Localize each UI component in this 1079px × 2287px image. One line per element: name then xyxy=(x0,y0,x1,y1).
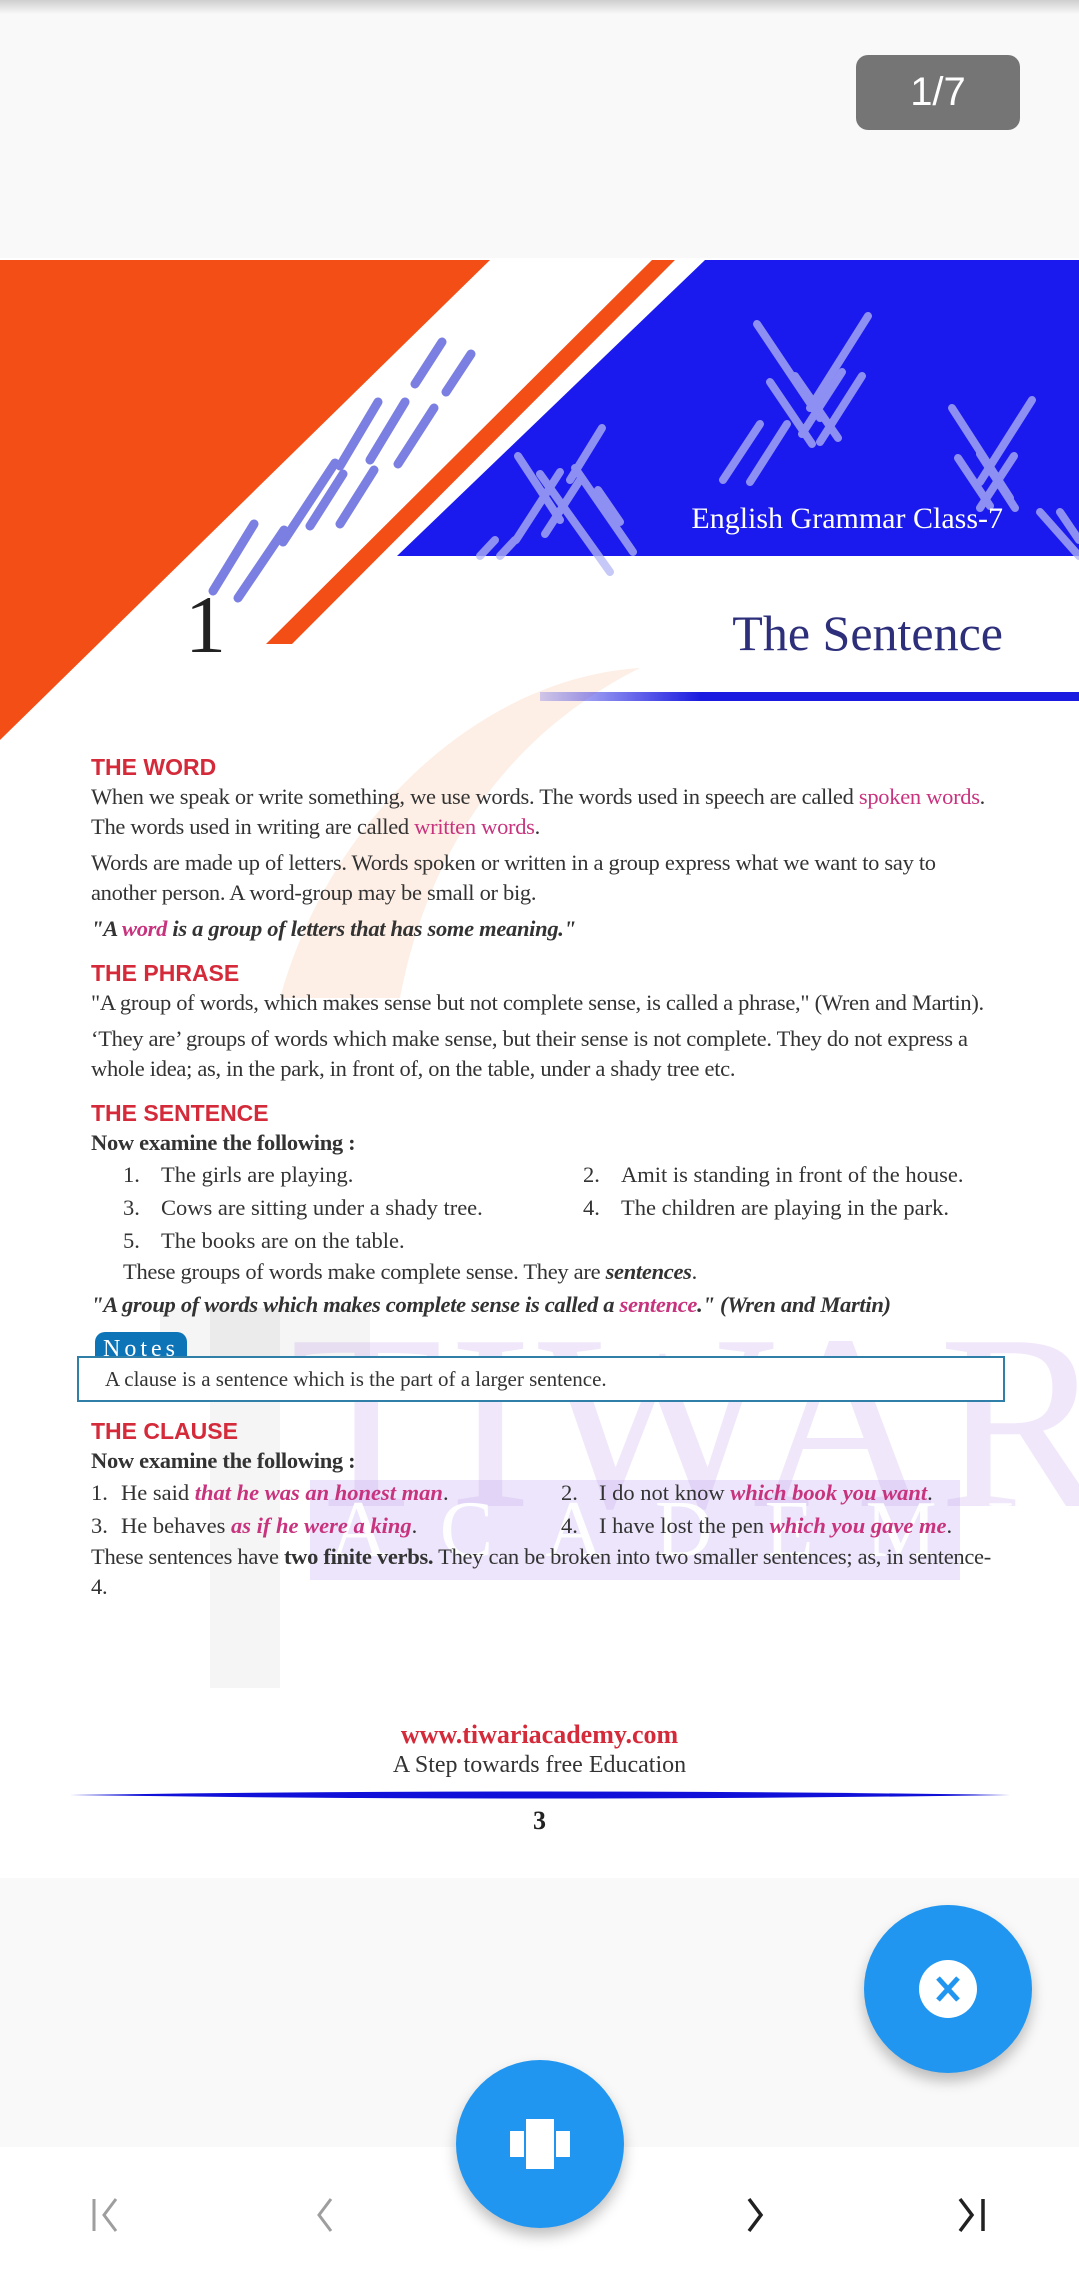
item-text: I do not know xyxy=(599,1480,725,1505)
notes-box: Notes A clause is a sentence which is th… xyxy=(77,1332,1005,1402)
emphasis: two finite verbs. xyxy=(283,1544,434,1569)
sentence-examples: 1. The girls are playing. 2. Amit is stand… xyxy=(91,1158,1003,1257)
text: "A xyxy=(91,916,122,941)
section-heading-sentence: THE SENTENCE xyxy=(91,1100,269,1126)
item-number: 5. xyxy=(123,1228,140,1253)
list-item: 1. He said that he was an honest man. xyxy=(91,1476,561,1509)
notes-text: A clause is a sentence which is the part… xyxy=(77,1356,1005,1402)
page-number: 3 xyxy=(533,1806,546,1835)
section-heading-word: THE WORD xyxy=(91,754,217,780)
item-end: . xyxy=(927,1480,933,1505)
text: . xyxy=(534,814,541,839)
highlight-word: word xyxy=(121,916,168,941)
section-heading-phrase: THE PHRASE xyxy=(91,960,240,986)
sentence-summary: These groups of words make complete sens… xyxy=(91,1257,1003,1287)
item-text: Cows are sitting under a shady tree. xyxy=(161,1195,483,1220)
previous-page-button[interactable] xyxy=(285,2180,365,2250)
list-item: 3. Cows are sitting under a shady tree. xyxy=(123,1191,583,1224)
text: ." (Wren and Martin) xyxy=(697,1292,891,1317)
item-end: . xyxy=(946,1513,953,1538)
page-content: THE WORD When we speak or write somethin… xyxy=(77,752,1005,1602)
clause-examples: 1. He said that he was an honest man. 2. I… xyxy=(91,1476,1003,1542)
item-text: The girls are playing. xyxy=(161,1162,354,1187)
title-underline xyxy=(540,692,1079,701)
list-item: 2. I do not know which book you want. xyxy=(561,1476,1003,1509)
item-end: . xyxy=(442,1480,449,1505)
item-number: 3. xyxy=(123,1195,140,1220)
item-end: . xyxy=(411,1513,418,1538)
clause-intro: Now examine the following : xyxy=(91,1448,356,1473)
close-circle-icon xyxy=(919,1960,977,2018)
page-indicator: 1/7 xyxy=(856,55,1020,130)
last-page-icon xyxy=(958,2197,985,2233)
close-button[interactable] xyxy=(864,1905,1032,2073)
item-number: 1. xyxy=(123,1162,140,1187)
phrase-paragraph-1: "A group of words, which makes sense but… xyxy=(91,990,984,1015)
word-definition: "A word is a group of letters that has s… xyxy=(91,914,1003,944)
list-item: 4. I have lost the pen which you gave me. xyxy=(561,1509,1003,1542)
chevron-right-icon xyxy=(747,2197,764,2233)
word-paragraph-2: Words are made up of letters. Words spok… xyxy=(91,850,936,905)
item-number: 4. xyxy=(583,1195,600,1220)
top-shadow xyxy=(0,0,1079,14)
first-page-icon xyxy=(92,2198,118,2232)
highlight-written-words: written words xyxy=(414,814,535,839)
item-number: 2. xyxy=(561,1480,578,1505)
text: "A group of words which makes complete s… xyxy=(91,1292,620,1317)
item-number: 3. xyxy=(91,1513,108,1538)
item-number: 1. xyxy=(91,1480,108,1505)
text: These sentences have xyxy=(91,1544,284,1569)
highlight-sentence: sentence xyxy=(619,1292,698,1317)
item-text: He behaves xyxy=(121,1513,226,1538)
pdf-page[interactable]: English Grammar Class-7 1 The Sentence T… xyxy=(0,258,1079,1878)
chevron-left-icon xyxy=(317,2198,333,2232)
item-number: 4. xyxy=(561,1513,578,1538)
list-item: 5. The books are on the table. xyxy=(123,1224,583,1257)
item-text: I have lost the pen xyxy=(599,1513,764,1538)
sentence-definition: "A group of words which makes complete s… xyxy=(91,1290,1003,1320)
text: . xyxy=(691,1259,698,1284)
first-page-button[interactable] xyxy=(68,2180,148,2250)
next-page-button[interactable] xyxy=(715,2180,795,2250)
chapter-number: 1 xyxy=(185,579,226,670)
footer-rule xyxy=(70,1791,1010,1799)
page-overview-button[interactable] xyxy=(456,2060,624,2228)
clause-highlight: that he was an honest man xyxy=(194,1480,443,1505)
text: is a group of letters that has some mean… xyxy=(167,916,576,941)
emphasis: sentences xyxy=(605,1259,692,1284)
footer-url: www.tiwariacademy.com xyxy=(400,1720,679,1749)
clause-summary: These sentences have two finite verbs. T… xyxy=(91,1542,1003,1602)
list-item: 2. Amit is standing in front of the house… xyxy=(583,1158,1003,1191)
text: These groups of words make complete sens… xyxy=(123,1259,606,1284)
section-heading-clause: THE CLAUSE xyxy=(91,1418,238,1444)
item-text: The books are on the table. xyxy=(161,1228,405,1253)
series-title: English Grammar Class-7 xyxy=(691,502,1003,535)
last-page-button[interactable] xyxy=(930,2180,1010,2250)
text: When we speak or write something, we use… xyxy=(91,784,859,809)
list-item: 3. He behaves as if he were a king. xyxy=(91,1509,561,1542)
list-item: 1. The girls are playing. xyxy=(123,1158,583,1191)
item-text: He said xyxy=(121,1480,190,1505)
carousel-icon xyxy=(510,2119,570,2169)
clause-highlight: as if he were a king xyxy=(230,1513,412,1538)
clause-highlight: which you gave me xyxy=(769,1513,947,1538)
sentence-intro: Now examine the following : xyxy=(91,1130,356,1155)
list-item: 4. The children are playing in the park. xyxy=(583,1191,1003,1224)
item-number: 2. xyxy=(583,1162,600,1187)
item-text: Amit is standing in front of the house. xyxy=(621,1162,964,1187)
item-text: The children are playing in the park. xyxy=(621,1195,949,1220)
footer-tagline: A Step towards free Education xyxy=(392,1752,687,1778)
clause-highlight: which book you want xyxy=(730,1480,928,1505)
phrase-paragraph-2: ‘They are’ groups of words which make se… xyxy=(91,1026,968,1081)
highlight-spoken-words: spoken words xyxy=(858,784,980,809)
chapter-title: The Sentence xyxy=(732,605,1003,661)
word-paragraph-1: When we speak or write something, we use… xyxy=(91,782,1003,842)
